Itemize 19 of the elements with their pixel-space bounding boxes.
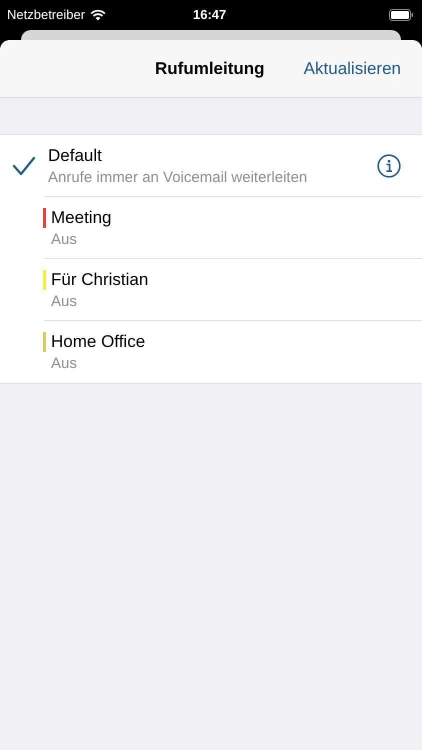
option-title: Home Office xyxy=(51,330,146,352)
battery-icon xyxy=(389,9,413,21)
refresh-button[interactable]: Aktualisieren xyxy=(304,56,401,82)
option-row[interactable]: Für Christian Aus xyxy=(0,259,422,321)
wifi-icon xyxy=(90,9,106,21)
option-title: Für Christian xyxy=(51,268,150,290)
carrier-name: Netzbetreiber xyxy=(7,6,86,24)
option-row[interactable]: Default Anrufe immer an Voicemail weiterleiten xyxy=(0,135,422,197)
option-row[interactable]: Home Office Aus xyxy=(0,321,422,383)
option-subtitle: Aus xyxy=(51,354,78,374)
option-row[interactable]: Meeting Aus xyxy=(0,197,422,259)
option-title: Meeting xyxy=(51,206,112,228)
option-title: Default xyxy=(48,144,103,166)
nav-title: Rufumleitung xyxy=(155,58,265,80)
option-subtitle: Anrufe immer an Voicemail weiterleiten xyxy=(48,168,308,188)
info-icon[interactable] xyxy=(377,154,401,178)
option-subtitle: Aus xyxy=(51,292,78,312)
clock: 16:47 xyxy=(193,6,226,24)
option-subtitle: Aus xyxy=(51,230,78,250)
